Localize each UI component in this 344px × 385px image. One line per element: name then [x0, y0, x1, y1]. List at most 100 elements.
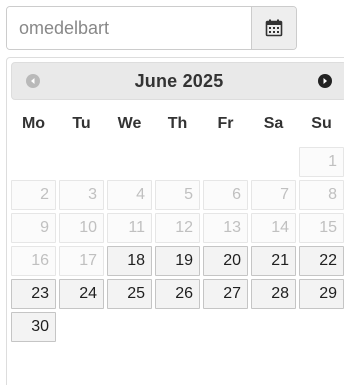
- calendar-empty-cell: [59, 147, 104, 177]
- weekday-label: We: [117, 115, 142, 132]
- calendar-cell: 26: [155, 279, 200, 309]
- calendar-day-disabled: 6: [203, 180, 248, 210]
- calendar-cell: 12: [155, 213, 200, 243]
- weekday-label: Th: [167, 115, 188, 132]
- calendar-cell: 18: [107, 246, 152, 276]
- calendar-cell: 3: [59, 180, 104, 210]
- prev-month-button[interactable]: [24, 72, 42, 90]
- calendar-day[interactable]: 22: [299, 246, 344, 276]
- calendar-day-disabled: 10: [59, 213, 104, 243]
- calendar-day[interactable]: 21: [251, 246, 296, 276]
- calendar-cell: 11: [107, 213, 152, 243]
- calendar-day[interactable]: 19: [155, 246, 200, 276]
- calendar-day-disabled: 5: [155, 180, 200, 210]
- calendar-empty-cell: [107, 147, 152, 177]
- calendar-week-row: 1: [11, 147, 344, 177]
- date-picker-widget: June 2025 Mo Tu We Th Fr Sa Su 1234567: [0, 0, 344, 385]
- calendar-empty-cell: [155, 312, 200, 342]
- calendar-empty-cell: [155, 147, 200, 177]
- calendar-day-disabled: 15: [299, 213, 344, 243]
- calendar-cell: [251, 312, 296, 342]
- calendar-day[interactable]: 25: [107, 279, 152, 309]
- calendar-day-disabled: 4: [107, 180, 152, 210]
- calendar-week-row: 23 24 25 26 27 28 29: [11, 279, 344, 309]
- calendar-cell: 10: [59, 213, 104, 243]
- calendar-day[interactable]: 27: [203, 279, 248, 309]
- calendar-week-row: 2345678: [11, 180, 344, 210]
- calendar-cell: 20: [203, 246, 248, 276]
- calendar-empty-cell: [203, 147, 248, 177]
- calendar-empty-cell: [59, 312, 104, 342]
- calendar-icon: [265, 19, 283, 37]
- weekday-label: Tu: [72, 115, 91, 132]
- calendar-cell: 19: [155, 246, 200, 276]
- month-year-title: June 2025: [135, 71, 224, 92]
- month-label: June: [134, 70, 178, 91]
- calendar-day[interactable]: 23: [11, 279, 56, 309]
- calendar-day-disabled: 7: [251, 180, 296, 210]
- calendar-empty-cell: [251, 147, 296, 177]
- calendar-day-disabled: 14: [251, 213, 296, 243]
- calendar-week-row: 9 10 11 12 13 14 15: [11, 213, 344, 243]
- calendar-empty-cell: [251, 312, 296, 342]
- calendar-cell: 22: [299, 246, 344, 276]
- calendar-day-disabled: 11: [107, 213, 152, 243]
- calendar-cell: [203, 147, 248, 177]
- calendar-day[interactable]: 26: [155, 279, 200, 309]
- calendar-day-disabled: 16: [11, 246, 56, 276]
- calendar-cell: 13: [203, 213, 248, 243]
- calendar-day[interactable]: 18: [107, 246, 152, 276]
- calendar-cell: 30: [11, 312, 56, 342]
- calendar-cell: [203, 312, 248, 342]
- datepicker-header: June 2025: [11, 62, 344, 100]
- calendar-empty-cell: [203, 312, 248, 342]
- calendar-day[interactable]: 30: [11, 312, 56, 342]
- calendar-body: 1 2 3 4 5 6 7 8 9 10 11 12 13 14 15 16 17 18 19 20 21 22 23 24 2…: [11, 147, 344, 342]
- calendar-toggle-button[interactable]: [251, 7, 296, 49]
- calendar-cell: 6: [203, 180, 248, 210]
- calendar-day-disabled: 2: [11, 180, 56, 210]
- calendar-day[interactable]: 20: [203, 246, 248, 276]
- calendar-cell: 21: [251, 246, 296, 276]
- calendar-cell: [251, 147, 296, 177]
- calendar-cell: 17: [59, 246, 104, 276]
- calendar-day[interactable]: 24: [59, 279, 104, 309]
- prev-month-icon: [26, 74, 40, 88]
- datepicker-popup: June 2025 Mo Tu We Th Fr Sa Su 1234567 8…: [6, 57, 344, 385]
- calendar-cell: 2: [11, 180, 56, 210]
- calendar-week-row: 16 17 18 19 20 21 22: [11, 246, 344, 276]
- calendar-empty-cell: [11, 147, 56, 177]
- calendar-cell: 25: [107, 279, 152, 309]
- calendar-cell: 29: [299, 279, 344, 309]
- calendar-cell: [107, 312, 152, 342]
- calendar-grid: Mo Tu We Th Fr Sa Su 1 2 3 4 5 6 7 8 9 10 11 12 13 14…: [8, 101, 344, 345]
- calendar-cell: 9: [11, 213, 56, 243]
- calendar-day-disabled: 1: [299, 147, 344, 177]
- next-month-icon: [318, 74, 332, 88]
- date-input[interactable]: [7, 7, 251, 49]
- weekday-label: Su: [311, 115, 332, 132]
- weekday-label: Mo: [21, 115, 46, 132]
- calendar-cell: 7: [251, 180, 296, 210]
- calendar-cell: [155, 312, 200, 342]
- year-label: 2025: [182, 70, 224, 91]
- calendar-cell: 24: [59, 279, 104, 309]
- calendar-day-disabled: 8: [299, 180, 344, 210]
- calendar-day-disabled: 3: [59, 180, 104, 210]
- weekday-label: Fr: [217, 115, 234, 132]
- next-month-button[interactable]: [316, 72, 334, 90]
- calendar-cell: [11, 147, 56, 177]
- calendar-day-disabled: 9: [11, 213, 56, 243]
- calendar-cell: [155, 147, 200, 177]
- calendar-week-row: 30: [11, 312, 344, 342]
- calendar-cell: 27: [203, 279, 248, 309]
- calendar-cell: [299, 312, 344, 342]
- calendar-cell: 16: [11, 246, 56, 276]
- calendar-day[interactable]: 28: [251, 279, 296, 309]
- calendar-cell: [59, 147, 104, 177]
- calendar-day[interactable]: 29: [299, 279, 344, 309]
- calendar-day-disabled: 17: [59, 246, 104, 276]
- calendar-day-disabled: 12: [155, 213, 200, 243]
- calendar-cell: 8: [299, 180, 344, 210]
- calendar-empty-cell: [299, 312, 344, 342]
